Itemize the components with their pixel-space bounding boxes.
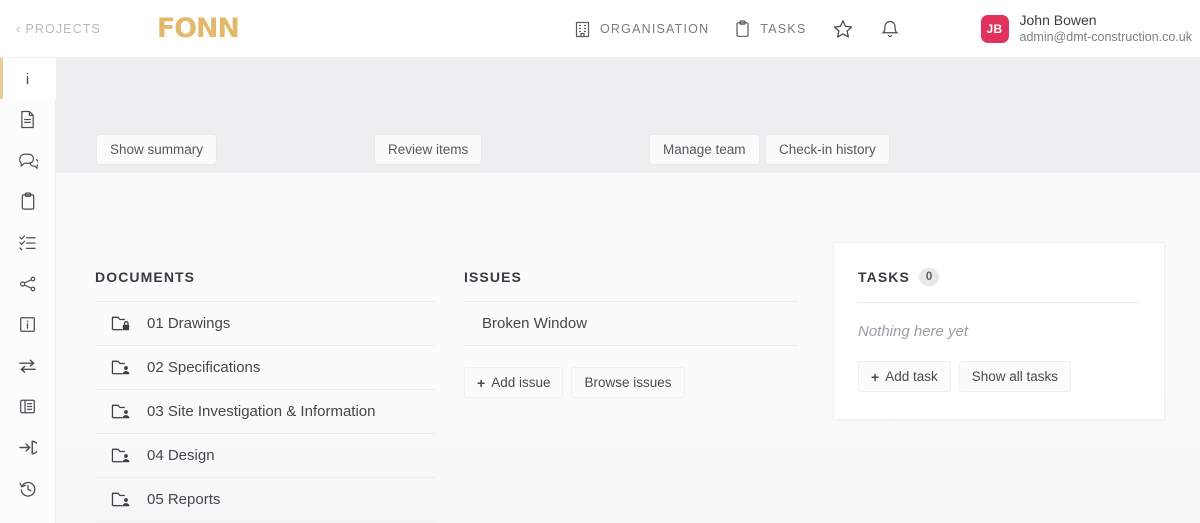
back-to-projects-label: PROJECTS	[25, 21, 101, 36]
document-row-label: 01 Drawings	[147, 315, 231, 332]
folder-lock-icon	[111, 315, 131, 332]
left-sidebar	[0, 58, 56, 523]
tasks-empty-text: Nothing here yet	[858, 323, 969, 341]
plus-icon: +	[477, 374, 486, 391]
check-in-history-button[interactable]: Check-in history	[766, 135, 889, 164]
tasks-inner: TASKS 0 Nothing here yet + Add task Show…	[834, 243, 1164, 393]
add-issue-label: Add issue	[491, 375, 551, 390]
issue-row-label: Broken Window	[482, 315, 588, 332]
show-summary-button[interactable]: Show summary	[97, 135, 217, 164]
browse-issues-button[interactable]: Browse issues	[571, 367, 685, 398]
building-icon	[575, 21, 590, 38]
document-row-label: 05 Reports	[147, 491, 221, 508]
issues-section: ISSUES Broken Window + Add issue Browse …	[464, 269, 798, 398]
nav-item-organisation[interactable]: ORGANISATION	[575, 21, 709, 38]
fonn-logo[interactable]: FONN	[157, 13, 240, 44]
folder-user-icon	[111, 491, 131, 508]
sidebar-item-info-box[interactable]	[0, 304, 56, 345]
documents-section: DOCUMENTS 01 Drawings 02 Specifications 03…	[95, 269, 435, 522]
sidebar-item-info[interactable]	[0, 58, 56, 99]
back-to-projects-link[interactable]: ‹ PROJECTS	[16, 22, 101, 36]
document-row-label: 02 Specifications	[147, 359, 261, 376]
document-row-label: 03 Site Investigation & Information	[147, 403, 376, 420]
sidebar-item-sign-in[interactable]	[0, 427, 56, 468]
folder-user-icon	[111, 359, 131, 376]
sidebar-item-chat[interactable]	[0, 140, 56, 181]
app-root: ‹ PROJECTS FONN ORGANISATION TASKS JB Jo…	[0, 0, 1200, 523]
user-name: John Bowen	[1019, 12, 1097, 29]
manage-team-button[interactable]: Manage team	[650, 135, 759, 164]
sidebar-item-clipboard[interactable]	[0, 181, 56, 222]
sidebar-item-transfer[interactable]	[0, 345, 56, 386]
header-nav: ORGANISATION TASKS	[575, 0, 900, 58]
nav-item-tasks[interactable]: TASKS	[735, 20, 806, 38]
documents-title: DOCUMENTS	[95, 269, 196, 285]
folder-user-icon	[111, 447, 131, 464]
document-row[interactable]: 02 Specifications	[95, 346, 435, 390]
top-header: ‹ PROJECTS FONN ORGANISATION TASKS JB Jo…	[0, 0, 1200, 58]
chevron-left-icon: ‹	[16, 21, 22, 36]
sidebar-item-table-list[interactable]	[0, 386, 56, 427]
folder-user-icon	[111, 403, 131, 420]
sidebar-item-share-nodes[interactable]	[0, 263, 56, 304]
documents-list: 01 Drawings 02 Specifications 03 Site Inve…	[95, 302, 435, 522]
tasks-count-badge: 0	[918, 268, 940, 287]
sidebar-item-checklist[interactable]	[0, 222, 56, 263]
browse-issues-label: Browse issues	[584, 375, 672, 390]
tasks-divider	[858, 302, 1140, 304]
show-all-tasks-label: Show all tasks	[971, 369, 1059, 385]
issues-title: ISSUES	[464, 269, 522, 285]
user-email: admin@dmt-construction.co.uk	[1019, 29, 1192, 44]
avatar: JB	[980, 15, 1009, 43]
document-row[interactable]: 04 Design	[95, 434, 435, 478]
add-task-button[interactable]: + Add task	[858, 361, 951, 393]
review-items-button[interactable]: Review items	[375, 135, 482, 164]
tasks-title: TASKS	[858, 269, 910, 286]
user-menu[interactable]: JB John Bowen admin@dmt-construction.co.…	[980, 0, 1192, 58]
tasks-header: TASKS 0	[858, 268, 1140, 287]
sidebar-item-documents[interactable]	[0, 99, 56, 140]
document-row-label: 04 Design	[147, 447, 215, 464]
content-area: DOCUMENTS 01 Drawings 02 Specifications 03…	[56, 173, 1200, 523]
add-task-label: Add task	[885, 369, 938, 385]
issues-actions: + Add issue Browse issues	[464, 367, 798, 398]
add-issue-button[interactable]: + Add issue	[464, 367, 564, 398]
tasks-actions: + Add task Show all tasks	[858, 361, 1140, 393]
nav-item-tasks-label: TASKS	[760, 22, 807, 36]
document-row[interactable]: 03 Site Investigation & Information	[95, 390, 435, 434]
issue-row[interactable]: Broken Window	[464, 302, 798, 346]
star-icon[interactable]	[832, 18, 854, 40]
document-row[interactable]: 05 Reports	[95, 478, 435, 522]
show-all-tasks-button[interactable]: Show all tasks	[958, 361, 1072, 393]
bell-icon[interactable]	[880, 18, 900, 40]
issues-list: Broken Window	[464, 302, 798, 346]
nav-item-organisation-label: ORGANISATION	[600, 22, 710, 36]
user-text: John Bowen admin@dmt-construction.co.uk	[1020, 12, 1192, 45]
document-row[interactable]: 01 Drawings	[95, 302, 435, 346]
plus-icon: +	[871, 368, 880, 385]
action-toolbar: Show summary Review items Manage team Ch…	[56, 58, 1200, 173]
tasks-card: TASKS 0 Nothing here yet + Add task Show…	[833, 242, 1165, 420]
clipboard-icon	[735, 20, 750, 38]
sidebar-item-history[interactable]	[0, 468, 56, 509]
